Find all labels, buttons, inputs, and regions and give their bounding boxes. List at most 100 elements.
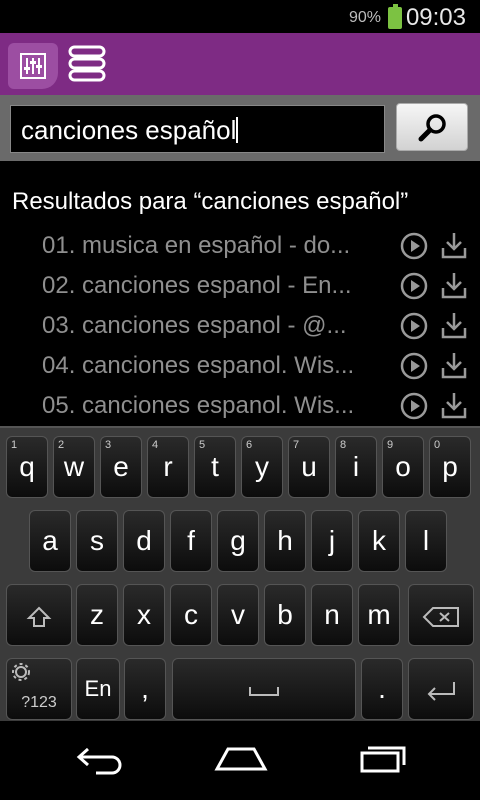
result-title[interactable]: 05. canciones espanol. Wis... bbox=[42, 392, 387, 420]
key-number-hint: 1 bbox=[11, 439, 18, 451]
key-label: m bbox=[367, 599, 391, 630]
key-o[interactable]: o9 bbox=[382, 436, 424, 498]
key-label: s bbox=[90, 525, 104, 556]
equalizer-icon bbox=[20, 53, 46, 79]
key-label: f bbox=[187, 525, 195, 556]
key-x[interactable]: x bbox=[123, 584, 165, 646]
key-label: w bbox=[63, 451, 85, 482]
menu-button[interactable] bbox=[66, 43, 108, 85]
key-number-hint: 3 bbox=[105, 439, 112, 451]
comma-key[interactable]: , bbox=[124, 658, 166, 720]
key-label: v bbox=[231, 599, 245, 630]
result-item[interactable]: 02. canciones espanol - En... bbox=[0, 268, 480, 308]
key-y[interactable]: y6 bbox=[241, 436, 283, 498]
soft-keyboard: q 1 w 2 e 3 r 4 t 5 y 6 u 7 i 8 o 9 p 0 a s d f g h j k l z x c v b n m ?123… bbox=[0, 426, 480, 721]
key-h[interactable]: h bbox=[264, 510, 306, 572]
equalizer-button[interactable] bbox=[8, 43, 58, 89]
stacked-menu-icon bbox=[68, 45, 106, 82]
key-d[interactable]: d bbox=[123, 510, 165, 572]
key-label: k bbox=[372, 525, 386, 556]
download-icon[interactable] bbox=[440, 350, 468, 380]
key-number-hint: 9 bbox=[387, 439, 394, 451]
backspace-key[interactable] bbox=[408, 584, 474, 646]
key-i[interactable]: i8 bbox=[335, 436, 377, 498]
key-w[interactable]: w2 bbox=[53, 436, 95, 498]
back-icon[interactable] bbox=[76, 743, 124, 775]
key-m[interactable]: m bbox=[358, 584, 400, 646]
key-l[interactable]: l bbox=[405, 510, 447, 572]
search-button[interactable] bbox=[396, 103, 468, 151]
clock: 09:03 bbox=[405, 4, 466, 31]
play-icon[interactable] bbox=[400, 392, 428, 420]
result-item[interactable]: 05. canciones espanol. Wis... bbox=[0, 388, 480, 428]
key-label: b bbox=[277, 599, 293, 630]
key-label: i bbox=[352, 451, 360, 482]
play-icon[interactable] bbox=[400, 312, 428, 340]
key-label: q bbox=[19, 451, 35, 482]
backspace-icon bbox=[422, 606, 459, 627]
key-s[interactable]: s bbox=[76, 510, 118, 572]
play-icon[interactable] bbox=[400, 232, 428, 260]
key-p[interactable]: p0 bbox=[429, 436, 471, 498]
key-a[interactable]: a bbox=[29, 510, 71, 572]
key-label: , bbox=[141, 673, 149, 704]
home-icon[interactable] bbox=[214, 743, 268, 775]
result-title[interactable]: 01. musica en español - do... bbox=[42, 232, 387, 260]
battery-percent: 90% bbox=[348, 9, 381, 26]
language-key[interactable]: En bbox=[76, 658, 120, 720]
enter-icon bbox=[427, 681, 455, 701]
key-k[interactable]: k bbox=[358, 510, 400, 572]
download-icon[interactable] bbox=[440, 230, 468, 260]
key-v[interactable]: v bbox=[217, 584, 259, 646]
key-t[interactable]: t5 bbox=[194, 436, 236, 498]
key-u[interactable]: u7 bbox=[288, 436, 330, 498]
key-label: t bbox=[211, 451, 219, 482]
space-key[interactable] bbox=[172, 658, 356, 720]
key-f[interactable]: f bbox=[170, 510, 212, 572]
key-e[interactable]: e3 bbox=[100, 436, 142, 498]
text-cursor bbox=[236, 117, 239, 143]
result-title[interactable]: 02. canciones espanol - En... bbox=[42, 272, 387, 300]
key-c[interactable]: c bbox=[170, 584, 212, 646]
search-input-value: canciones español bbox=[21, 115, 237, 145]
result-title[interactable]: 03. canciones espanol - @... bbox=[42, 312, 387, 340]
play-icon[interactable] bbox=[400, 272, 428, 300]
symbols-key[interactable]: ?123 bbox=[6, 658, 72, 720]
key-g[interactable]: g bbox=[217, 510, 259, 572]
result-item[interactable]: 04. canciones espanol. Wis... bbox=[0, 348, 480, 388]
search-bar: canciones español bbox=[0, 95, 480, 161]
key-number-hint: 6 bbox=[246, 439, 253, 451]
key-number-hint: 0 bbox=[434, 439, 441, 451]
key-number-hint: 8 bbox=[340, 439, 347, 451]
key-label: h bbox=[277, 525, 293, 556]
key-j[interactable]: j bbox=[311, 510, 353, 572]
download-icon[interactable] bbox=[440, 310, 468, 340]
search-icon bbox=[418, 114, 446, 142]
shift-key[interactable] bbox=[6, 584, 72, 646]
enter-key[interactable] bbox=[408, 658, 474, 720]
result-item[interactable]: 01. musica en español - do... bbox=[0, 228, 480, 268]
key-label: p bbox=[442, 451, 458, 482]
play-icon[interactable] bbox=[400, 352, 428, 380]
key-b[interactable]: b bbox=[264, 584, 306, 646]
key-q[interactable]: q1 bbox=[6, 436, 48, 498]
search-input[interactable]: canciones español bbox=[10, 105, 385, 153]
key-label: g bbox=[230, 525, 246, 556]
key-number-hint: 2 bbox=[58, 439, 65, 451]
app-bar bbox=[0, 33, 480, 95]
key-label: . bbox=[378, 673, 386, 704]
key-r[interactable]: r4 bbox=[147, 436, 189, 498]
battery-icon bbox=[388, 4, 402, 29]
key-label: d bbox=[136, 525, 152, 556]
key-label: a bbox=[42, 525, 58, 556]
download-icon[interactable] bbox=[440, 390, 468, 420]
key-n[interactable]: n bbox=[311, 584, 353, 646]
key-number-hint: 5 bbox=[199, 439, 206, 451]
recents-icon[interactable] bbox=[358, 743, 408, 775]
key-label: e bbox=[113, 451, 129, 482]
period-key[interactable]: . bbox=[361, 658, 403, 720]
download-icon[interactable] bbox=[440, 270, 468, 300]
result-title[interactable]: 04. canciones espanol. Wis... bbox=[42, 352, 387, 380]
result-item[interactable]: 03. canciones espanol - @... bbox=[0, 308, 480, 348]
key-z[interactable]: z bbox=[76, 584, 118, 646]
